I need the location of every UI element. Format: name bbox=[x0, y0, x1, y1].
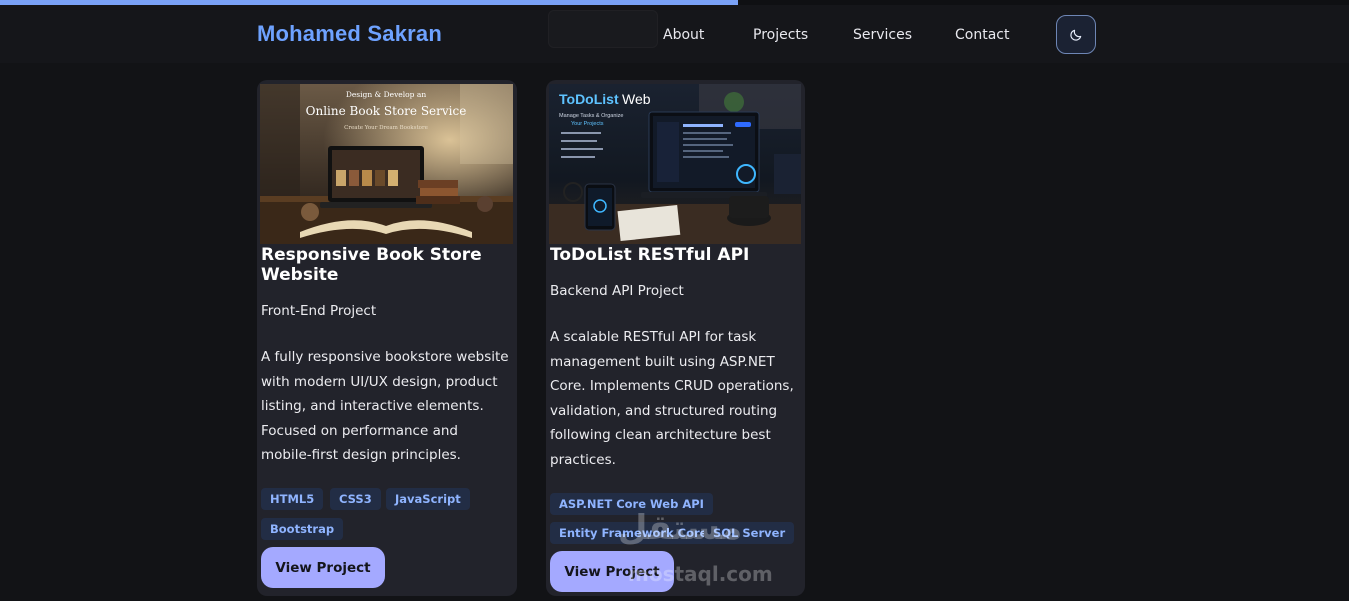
scroll-progress-bar bbox=[0, 0, 1349, 5]
moon-icon bbox=[1070, 29, 1082, 41]
project-subtitle: Front-End Project bbox=[261, 303, 377, 319]
project-card-todolist: ToDoList Web Manage Tasks & Organize You… bbox=[546, 80, 805, 596]
nav-link-projects[interactable]: Projects bbox=[753, 27, 808, 43]
tech-tag: ASP.NET Core Web API bbox=[550, 493, 713, 515]
tech-tag: Entity Framework Core bbox=[550, 522, 717, 544]
project-image-todolist: ToDoList Web Manage Tasks & Organize You… bbox=[549, 84, 801, 244]
site-logo[interactable]: Mohamed Sakran bbox=[257, 21, 442, 47]
image-sub-text-2: Your Projects bbox=[571, 121, 604, 127]
theme-toggle-button[interactable] bbox=[1056, 15, 1096, 54]
project-card-bookstore: Design & Develop an Online Book Store Se… bbox=[257, 80, 517, 596]
image-sub-text: Manage Tasks & Organize bbox=[559, 113, 623, 119]
tech-tag: HTML5 bbox=[261, 488, 324, 510]
nav-link-services[interactable]: Services bbox=[853, 27, 912, 43]
site-header: Mohamed Sakran About Projects Services C… bbox=[0, 5, 1349, 63]
view-project-button[interactable]: View Project bbox=[261, 547, 385, 588]
image-caption-text: Design & Develop an bbox=[346, 90, 426, 99]
project-image-bookstore: Design & Develop an Online Book Store Se… bbox=[260, 84, 513, 244]
project-subtitle: Backend API Project bbox=[550, 283, 684, 299]
todolist-illustration: ToDoList Web Manage Tasks & Organize You… bbox=[549, 84, 801, 244]
nav-link-contact[interactable]: Contact bbox=[955, 27, 1009, 43]
tech-tag: SQL Server bbox=[704, 522, 795, 544]
project-description: A scalable RESTful API for task manageme… bbox=[550, 329, 794, 468]
project-description: A fully responsive bookstore website wit… bbox=[261, 349, 509, 464]
image-title-text: Online Book Store Service bbox=[306, 104, 467, 118]
tech-tag: JavaScript bbox=[386, 488, 470, 510]
image-title-text: ToDoList bbox=[559, 91, 619, 107]
project-title: Responsive Book Store Website bbox=[261, 245, 482, 285]
tech-tag: CSS3 bbox=[330, 488, 381, 510]
ghost-header-element bbox=[548, 10, 658, 48]
bookstore-illustration: Design & Develop an Online Book Store Se… bbox=[260, 84, 513, 244]
image-title-suffix: Web bbox=[622, 91, 651, 107]
view-project-button[interactable]: View Project bbox=[550, 551, 674, 592]
tech-tag: Bootstrap bbox=[261, 518, 344, 540]
image-sub-text: Create Your Dream Bookstore bbox=[344, 125, 428, 131]
project-title: ToDoList RESTful API bbox=[550, 245, 750, 265]
scroll-progress-fill bbox=[0, 0, 738, 5]
nav-link-about[interactable]: About bbox=[663, 27, 704, 43]
